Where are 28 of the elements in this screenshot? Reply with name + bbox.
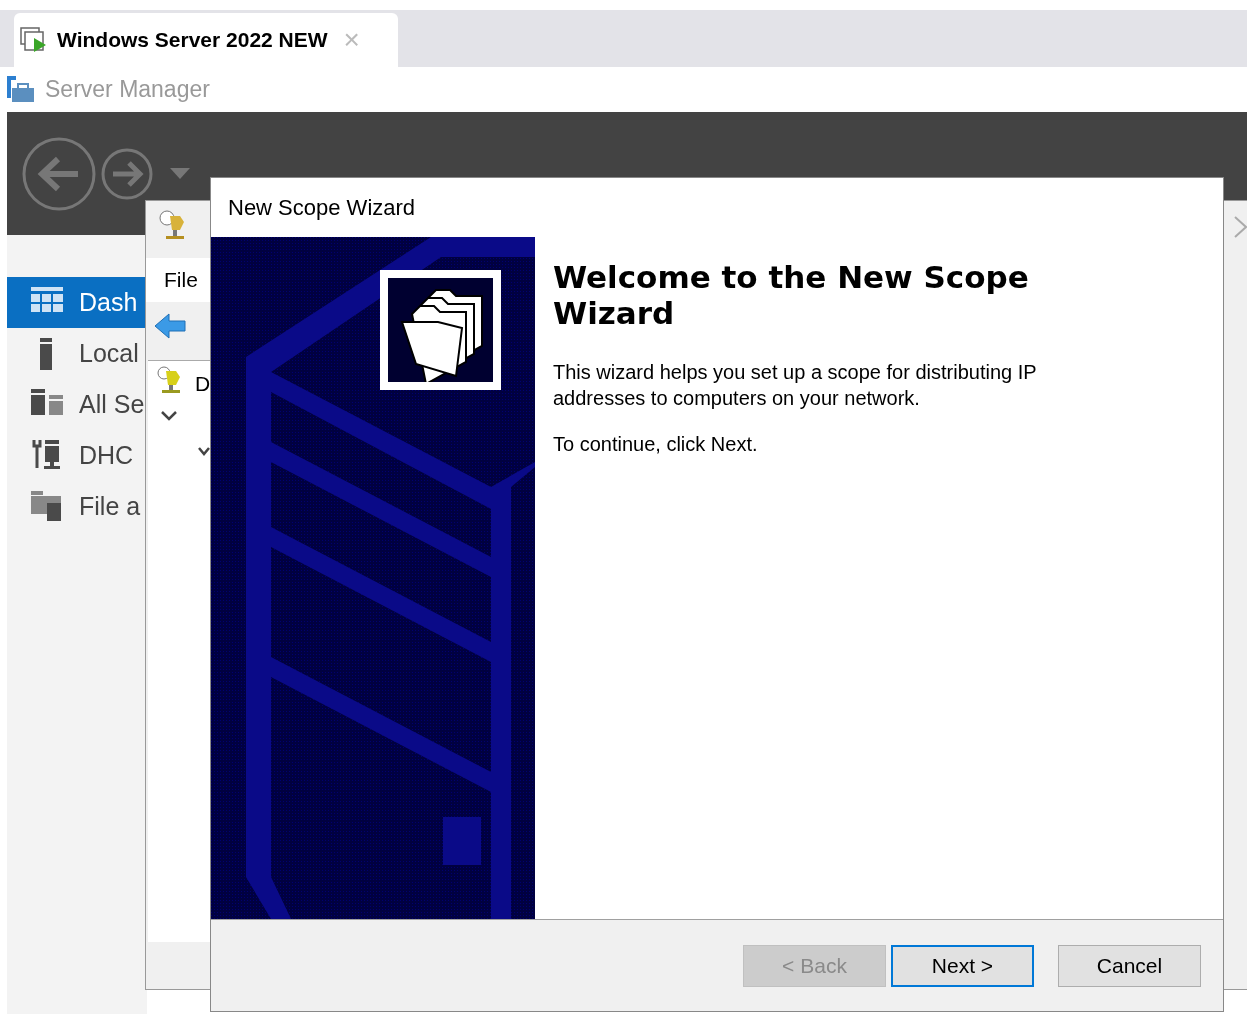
cancel-button[interactable]: Cancel [1058,944,1201,987]
chevron-down-icon[interactable] [197,446,211,458]
sidebar-label: Dash [79,286,138,318]
back-arrow-icon[interactable] [153,312,187,340]
server-manager-icon [7,74,35,105]
dropdown-caret-icon[interactable] [170,168,190,180]
sidebar-item[interactable]: Dash [7,277,147,328]
sidebar-item[interactable]: All Se [7,379,147,430]
wrench-server-icon [31,439,63,472]
folders-icon [388,278,493,382]
dialog-title: New Scope Wizard [228,194,416,222]
browser-tab[interactable]: Windows Server 2022 NEW × [14,13,398,67]
sidebar-item[interactable]: File a [7,481,147,532]
sidebar-item[interactable]: Local [7,328,147,379]
sidebar-item[interactable]: DHC [7,430,147,481]
sidebar-label: All Se [79,388,145,420]
sidebar-label: File a [79,490,141,522]
wizard-text: To continue, click Next. [553,432,759,457]
wizard-heading: Welcome to the New Scope Wizard [553,259,1030,331]
wizard-text: This wizard helps you set up a scope for distributing IP addresses to computers on your network. [553,360,1038,411]
next-button[interactable]: Next > [891,944,1034,987]
folder-file-icon [31,490,63,523]
app-title: Server Manager [45,75,210,104]
tab-title: Windows Server 2022 NEW [57,27,328,54]
sidebar-label: DHC [79,439,134,471]
tree-item[interactable]: D [195,368,211,400]
chevron-down-icon[interactable] [160,410,178,422]
sidebar-label: Local [79,337,139,369]
